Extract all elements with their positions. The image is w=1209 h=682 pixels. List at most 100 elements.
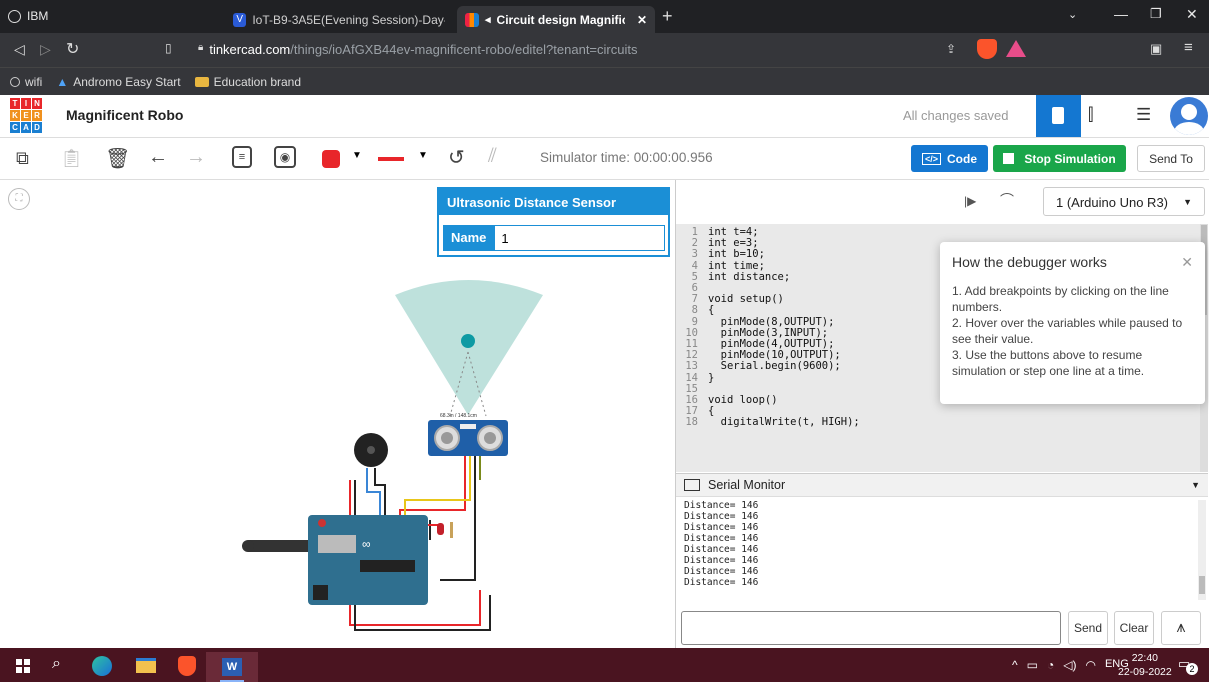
browser-profile[interactable]: IBM: [8, 9, 48, 23]
design-title[interactable]: Magnificent Robo: [66, 107, 183, 123]
tab-iot-session[interactable]: V IoT-B9-3A5E(Evening Session)-Day-3: [225, 6, 453, 33]
serial-line: Distance= 146: [684, 566, 759, 577]
bookmark-andromo[interactable]: ▲ Andromo Easy Start: [56, 75, 180, 89]
bookmark-education[interactable]: Education brand: [194, 75, 301, 89]
circuit-canvas[interactable]: ⛶ Ultrasonic Distance Sensor Name 1 68.3…: [0, 180, 675, 648]
undo-icon[interactable]: ←: [148, 146, 168, 169]
brave-rewards-icon[interactable]: [1006, 40, 1026, 57]
browser-tab-bar: IBM V IoT-B9-3A5E(Evening Session)-Day-3…: [0, 0, 1209, 33]
serial-monitor-header[interactable]: Serial Monitor ▼: [676, 473, 1208, 497]
paste-icon[interactable]: 📋︎: [60, 148, 83, 169]
tab-search-icon[interactable]: ⌄: [1068, 8, 1077, 21]
copy-icon[interactable]: ⧉: [16, 148, 29, 169]
chevron-down-icon[interactable]: ▼: [1191, 480, 1200, 490]
delete-icon[interactable]: 🗑︎: [105, 146, 130, 171]
reload-icon[interactable]: ↻: [66, 39, 79, 59]
code-text: {: [708, 304, 715, 317]
serial-output: Distance= 146 Distance= 146 Distance= 146 D…: [684, 500, 1196, 604]
edge-icon[interactable]: [92, 656, 112, 676]
bookmark-icon[interactable]: ▯: [165, 41, 172, 55]
notes-visibility-icon[interactable]: ◉: [274, 146, 296, 168]
logo-letter: C: [10, 122, 20, 133]
app-header: TIN KER CAD Magnificent Robo All changes s…: [0, 95, 1209, 138]
bookmark-wifi[interactable]: wifi: [10, 75, 42, 89]
send-button[interactable]: Send: [1068, 611, 1108, 645]
search-icon[interactable]: ⌕: [52, 655, 61, 673]
globe-icon: [10, 76, 20, 87]
step-icon[interactable]: |▶: [964, 194, 976, 208]
bookmark-label: Andromo Easy Start: [73, 74, 181, 89]
menu-icon[interactable]: ≡: [1184, 39, 1193, 56]
profile-label: IBM: [27, 9, 49, 23]
clock[interactable]: 22:40 22-09-2022: [1118, 651, 1172, 679]
schematic-view-icon[interactable]: ⫿: [1088, 105, 1093, 125]
piezo-buzzer: [354, 433, 388, 467]
notes-icon[interactable]: ≡: [232, 146, 252, 168]
code-button[interactable]: </> Code: [911, 145, 988, 172]
code-text: digitalWrite(t, HIGH);: [708, 416, 860, 429]
tinkercad-logo[interactable]: TIN KER CAD: [10, 98, 42, 133]
tab-favicon-icon: V: [233, 12, 247, 27]
wire-type-icon[interactable]: [378, 157, 404, 161]
network-icon[interactable]: ◔: [1047, 658, 1054, 672]
chevron-down-icon[interactable]: ▼: [418, 150, 428, 161]
address-field[interactable]: 🔒︎ tinkercad.com/things/ioAfGXB44ev-magn…: [198, 42, 637, 57]
code-text: Serial.begin(9600);: [708, 360, 841, 373]
board-select[interactable]: 1 (Arduino Uno R3) ▼: [1043, 187, 1205, 216]
line-number[interactable]: 3: [676, 249, 698, 260]
forward-icon[interactable]: ▷: [40, 41, 51, 58]
restore-icon[interactable]: ❐: [1150, 6, 1162, 22]
volume-icon[interactable]: ◁): [1063, 658, 1076, 672]
brave-shield-icon[interactable]: [977, 39, 997, 59]
chevron-down-icon[interactable]: ▼: [352, 150, 362, 161]
notifications-icon[interactable]: ▭ 2: [1178, 656, 1198, 675]
tab-circuit-design[interactable]: ◂ Circuit design Magnificent Rob ✕: [457, 6, 655, 33]
line-number[interactable]: 8: [676, 305, 698, 316]
bookmarks-bar: wifi ▲ Andromo Easy Start Education brand: [0, 67, 1209, 95]
brave-icon[interactable]: [178, 656, 196, 676]
wallet-icon[interactable]: ▣: [1150, 41, 1162, 57]
battery-icon[interactable]: ▭: [1027, 658, 1038, 672]
tray-chevron-icon[interactable]: ^: [1012, 658, 1018, 672]
send-to-button[interactable]: Send To: [1137, 145, 1205, 172]
simulator-time: Simulator time: 00:00:00.956: [540, 150, 713, 165]
debugger-tooltip: How the debugger works ✕ 1. Add breakpoin…: [940, 242, 1205, 404]
rotate-icon[interactable]: ↺: [448, 145, 465, 170]
color-picker-icon[interactable]: [322, 150, 340, 168]
system-tray[interactable]: ^ ▭ ◔ ◁) ◠ ENG: [1012, 658, 1129, 672]
windows-start-icon[interactable]: [16, 659, 30, 673]
folder-icon: [194, 76, 209, 87]
file-explorer-icon[interactable]: [136, 658, 156, 673]
line-number[interactable]: 18: [676, 417, 698, 428]
serial-line: Distance= 146: [684, 500, 759, 511]
breakpoint-icon[interactable]: ⌒: [1000, 190, 1014, 210]
wifi-icon[interactable]: ◠: [1085, 658, 1095, 672]
serial-scrollbar[interactable]: [1198, 500, 1206, 600]
close-window-icon[interactable]: ✕: [1186, 6, 1198, 23]
save-status: All changes saved: [903, 108, 1009, 123]
close-tab-icon[interactable]: ✕: [637, 13, 647, 27]
clear-button[interactable]: Clear: [1114, 611, 1154, 645]
code-line[interactable]: 18 digitalWrite(t, HIGH);: [676, 417, 1208, 428]
redo-icon[interactable]: →: [186, 146, 206, 169]
sensor-reading: 68.3in / 148.1cm: [440, 413, 477, 419]
share-icon[interactable]: ⇪: [946, 42, 956, 56]
serial-input[interactable]: [681, 611, 1061, 645]
word-taskbar-item[interactable]: W: [206, 652, 258, 682]
component-list-icon[interactable]: ☰: [1136, 105, 1151, 125]
line-number[interactable]: 13: [676, 361, 698, 372]
back-icon[interactable]: ◁: [14, 41, 25, 58]
new-tab-icon[interactable]: +: [662, 6, 673, 27]
code-text: int b=10;: [708, 248, 765, 261]
tab-label: IoT-B9-3A5E(Evening Session)-Day-3: [252, 12, 445, 27]
graph-icon[interactable]: ⩚: [1161, 611, 1201, 645]
avatar[interactable]: [1170, 97, 1208, 135]
code-text: pinMode(4,OUTPUT);: [708, 338, 835, 351]
stop-simulation-button[interactable]: Stop Simulation: [993, 145, 1126, 172]
close-icon[interactable]: ✕: [1181, 254, 1193, 271]
mirror-icon[interactable]: ⫽: [488, 145, 497, 168]
debugger-tip: 2. Hover over the variables while paused…: [952, 316, 1183, 346]
minimize-icon[interactable]: —: [1114, 6, 1128, 22]
circuit-view-button[interactable]: [1036, 95, 1081, 137]
andromo-icon: ▲: [56, 74, 69, 89]
